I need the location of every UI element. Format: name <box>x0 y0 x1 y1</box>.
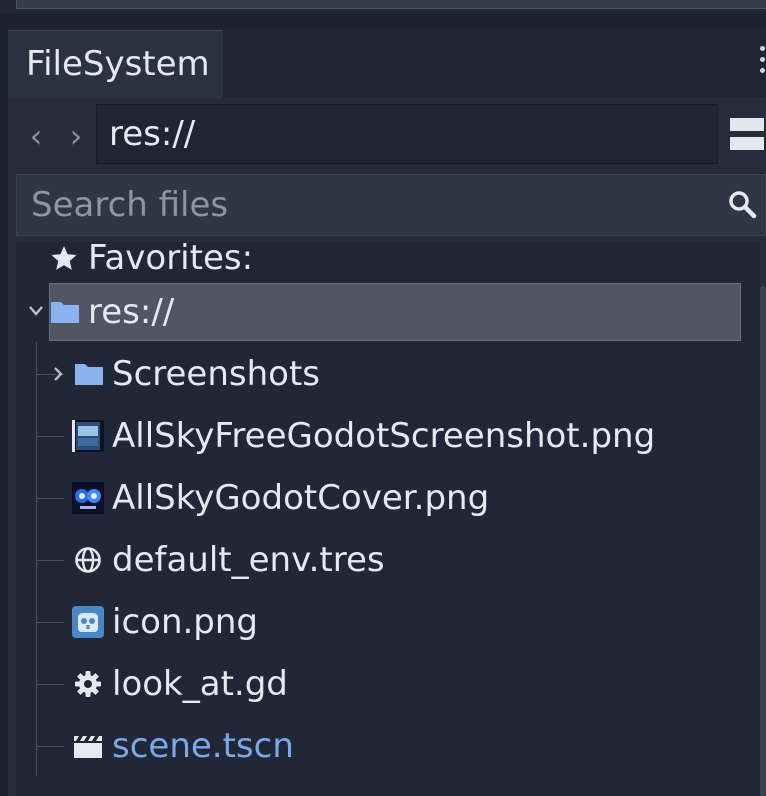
path-field[interactable]: res:// <box>96 104 718 164</box>
folder-icon <box>51 302 79 323</box>
top-dock-strip <box>0 0 766 14</box>
tree-item-default-env[interactable]: default_env.tres <box>16 530 760 590</box>
tree-item-label: default_env.tres <box>112 540 385 580</box>
search-icon <box>729 191 757 219</box>
forward-button[interactable]: › <box>64 116 88 156</box>
tree-item-label: Screenshots <box>112 354 321 394</box>
image-thumbnail-icon <box>72 482 104 514</box>
dock-tab-bar: FileSystem <box>8 28 766 98</box>
tree-item-label: AllSkyFreeGodotScreenshot.png <box>112 416 656 456</box>
chevron-down-icon[interactable] <box>28 304 44 318</box>
search-files-field[interactable] <box>16 174 766 236</box>
godot-logo-icon <box>72 606 104 638</box>
globe-icon <box>75 547 101 573</box>
file-tree[interactable]: Favorites: res:// Screenshots AllSkyFree… <box>16 242 760 796</box>
scrollbar-thumb[interactable] <box>760 286 766 796</box>
root-label: res:// <box>88 292 175 332</box>
search-input[interactable] <box>29 184 713 226</box>
gear-icon <box>75 671 101 697</box>
tree-item-label: icon.png <box>112 602 259 642</box>
tree-item-label: AllSkyGodotCover.png <box>112 478 490 518</box>
image-thumbnail-icon <box>72 420 104 452</box>
top-dock-edge <box>16 0 766 9</box>
tree-scrollbar[interactable] <box>760 242 766 796</box>
toggle-split-mode-icon[interactable] <box>730 118 764 152</box>
tree-item-label: look_at.gd <box>112 664 288 704</box>
filesystem-dock: FileSystem ‹ › res:// Favorites: <box>8 28 766 796</box>
tree-item-allsky-screenshot[interactable]: AllSkyFreeGodotScreenshot.png <box>16 406 760 466</box>
tree-item-label: scene.tscn <box>112 726 294 766</box>
tree-root-row[interactable]: res:// <box>16 282 760 342</box>
tree-item-look-at[interactable]: look_at.gd <box>16 654 760 714</box>
tree-item-icon-png[interactable]: icon.png <box>16 592 760 652</box>
tab-filesystem[interactable]: FileSystem <box>8 30 223 98</box>
star-icon <box>51 246 77 270</box>
chevron-right-icon[interactable] <box>52 366 64 382</box>
clapperboard-icon <box>74 736 102 758</box>
back-button[interactable]: ‹ <box>24 116 48 156</box>
folder-icon <box>75 364 103 385</box>
tree-item-screenshots[interactable]: Screenshots <box>16 344 760 404</box>
tree-item-scene[interactable]: scene.tscn <box>16 716 760 776</box>
tree-item-allsky-cover[interactable]: AllSkyGodotCover.png <box>16 468 760 528</box>
tab-menu-icon[interactable] <box>760 46 766 82</box>
